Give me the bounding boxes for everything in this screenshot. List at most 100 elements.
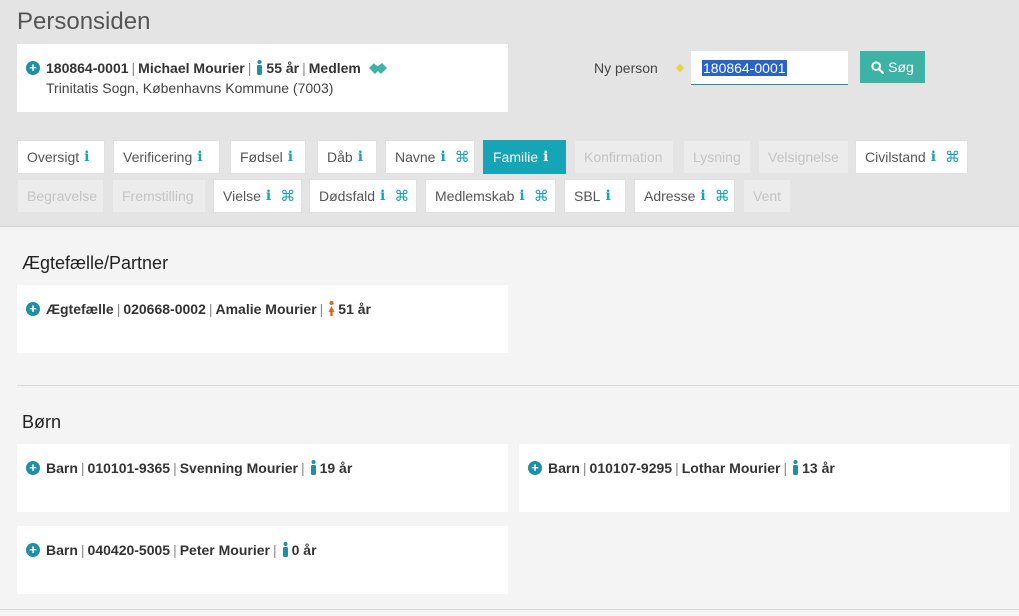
section-divider — [0, 609, 1019, 610]
separator: | — [173, 542, 177, 558]
info-icon[interactable]: i — [288, 149, 293, 165]
tab-label: Konfirmation — [584, 149, 663, 165]
separator: | — [208, 301, 213, 317]
tab-label: Vent — [753, 188, 782, 204]
relation-summary: Barn | 010107-9295 | Lothar Mourier | 13 år — [548, 460, 835, 476]
tab-velsignelse: Velsignelse — [758, 140, 849, 174]
relation-name: Peter Mourier — [179, 542, 270, 558]
tab-dødsfald[interactable]: Dødsfald i ⌘ — [309, 179, 417, 213]
tab-oversigt[interactable]: Oversigt i — [17, 140, 105, 174]
relation-age: 19 år — [319, 460, 353, 476]
info-icon[interactable]: i — [543, 149, 548, 165]
tab-label: Lysning — [693, 149, 741, 165]
person-age: 55 år — [266, 60, 300, 76]
command-icon[interactable]: ⌘ — [280, 187, 295, 205]
separator: | — [272, 542, 277, 558]
male-person-icon — [282, 542, 288, 557]
relation-role: Barn — [46, 460, 78, 476]
search-button[interactable]: Søg — [860, 51, 925, 83]
info-icon[interactable]: i — [519, 188, 524, 204]
command-icon[interactable]: ⌘ — [945, 148, 960, 166]
separator: | — [80, 542, 85, 558]
relation-age: 0 år — [291, 542, 317, 558]
female-person-icon — [328, 301, 335, 316]
info-icon[interactable]: i — [197, 149, 202, 165]
tab-civilstand[interactable]: Civilstand i ⌘ — [855, 140, 968, 174]
command-icon[interactable]: ⌘ — [455, 148, 470, 166]
person-search-input[interactable]: 180864-0001 — [691, 51, 848, 85]
separator: | — [783, 460, 788, 476]
tab-label: Dåb — [327, 149, 353, 165]
info-icon[interactable]: i — [440, 149, 445, 165]
info-icon[interactable]: i — [266, 188, 271, 204]
command-icon[interactable]: ⌘ — [715, 187, 730, 205]
relation-card: + Barn | 010107-9295 | Lothar Mourier | 13 år — [519, 444, 1010, 512]
person-summary: 180864-0001 | Michael Mourier | 55 år | Medlem — [46, 60, 388, 76]
tab-vent: Vent — [743, 179, 791, 213]
tab-konfirmation: Konfirmation — [574, 140, 674, 174]
relation-summary: Ægtefælle | 020668-0002 | Amalie Mourier | 51 … — [46, 301, 371, 317]
info-icon[interactable]: i — [84, 149, 89, 165]
separator: | — [80, 460, 85, 476]
section-divider — [17, 385, 1019, 386]
person-status: Medlem — [308, 60, 361, 76]
separator: | — [302, 60, 306, 76]
tab-fødsel[interactable]: Fødsel i — [230, 140, 306, 174]
tab-navne[interactable]: Navne i ⌘ — [385, 140, 475, 174]
male-person-icon — [793, 460, 799, 475]
children-section-title: Børn — [22, 412, 62, 432]
separator: | — [131, 60, 136, 76]
expand-icon[interactable]: + — [26, 461, 40, 475]
male-person-icon — [257, 60, 263, 75]
info-icon[interactable]: i — [605, 188, 610, 204]
separator: | — [319, 301, 324, 317]
tab-label: Navne — [395, 149, 436, 165]
tab-vielse[interactable]: Vielse i ⌘ — [213, 179, 302, 213]
tab-verificering[interactable]: Verificering i — [113, 140, 220, 174]
relation-card: + Ægtefælle | 020668-0002 | Amalie Mourier | 51… — [17, 285, 508, 353]
expand-icon[interactable]: + — [26, 302, 40, 316]
tab-sbl[interactable]: SBL i — [564, 179, 626, 213]
relation-cpr: 010101-9365 — [87, 460, 171, 476]
info-icon[interactable]: i — [380, 188, 385, 204]
tab-label: Verificering — [123, 149, 193, 165]
relation-age: 51 år — [338, 301, 371, 317]
expand-icon[interactable]: + — [26, 543, 40, 557]
separator: | — [300, 460, 305, 476]
tab-label: Civilstand — [865, 149, 926, 165]
search-input-value: 180864-0001 — [702, 59, 787, 76]
tab-label: Velsignelse — [768, 149, 839, 165]
partner-section-title: Ægtefælle/Partner — [22, 253, 169, 273]
person-name: Michael Mourier — [138, 60, 245, 76]
relation-name: Amalie Mourier — [215, 301, 317, 317]
tab-familie[interactable]: Familie i — [483, 140, 566, 174]
membership-handshake-icon — [368, 62, 387, 74]
tab-medlemskab[interactable]: Medlemskab i ⌘ — [425, 179, 556, 213]
relation-card: + Barn | 040420-5005 | Peter Mourier | 0 år — [17, 526, 508, 594]
tab-label: SBL — [574, 188, 601, 204]
new-person-label: Ny person — [594, 60, 658, 76]
tab-fremstilling: Fremstilling — [112, 179, 206, 213]
separator: | — [675, 460, 679, 476]
expand-icon[interactable]: + — [528, 461, 542, 475]
info-icon[interactable]: i — [931, 149, 936, 165]
info-icon[interactable]: i — [700, 188, 705, 204]
tab-lysning: Lysning — [683, 140, 751, 174]
person-card: + 180864-0001 | Michael Mourier | 55 år | Medl… — [17, 44, 508, 112]
tab-adresse[interactable]: Adresse i ⌘ — [634, 179, 735, 213]
separator: | — [173, 460, 177, 476]
header-panel: Personsiden + 180864-0001 | Michael Mourie… — [0, 0, 1019, 227]
relation-role: Barn — [548, 460, 580, 476]
required-diamond-icon — [675, 63, 685, 73]
tab-label: Adresse — [644, 188, 696, 204]
command-icon[interactable]: ⌘ — [534, 187, 549, 205]
command-icon[interactable]: ⌘ — [394, 187, 409, 205]
tab-dåb[interactable]: Dåb i — [317, 140, 377, 174]
page-title: Personsiden — [17, 8, 151, 35]
tab-label: Oversigt — [27, 149, 80, 165]
relation-role: Ægtefælle — [46, 301, 114, 317]
relation-cpr: 010107-9295 — [589, 460, 673, 476]
info-icon[interactable]: i — [358, 149, 363, 165]
expand-icon[interactable]: + — [26, 61, 40, 75]
tab-label: Begravelse — [27, 188, 98, 204]
